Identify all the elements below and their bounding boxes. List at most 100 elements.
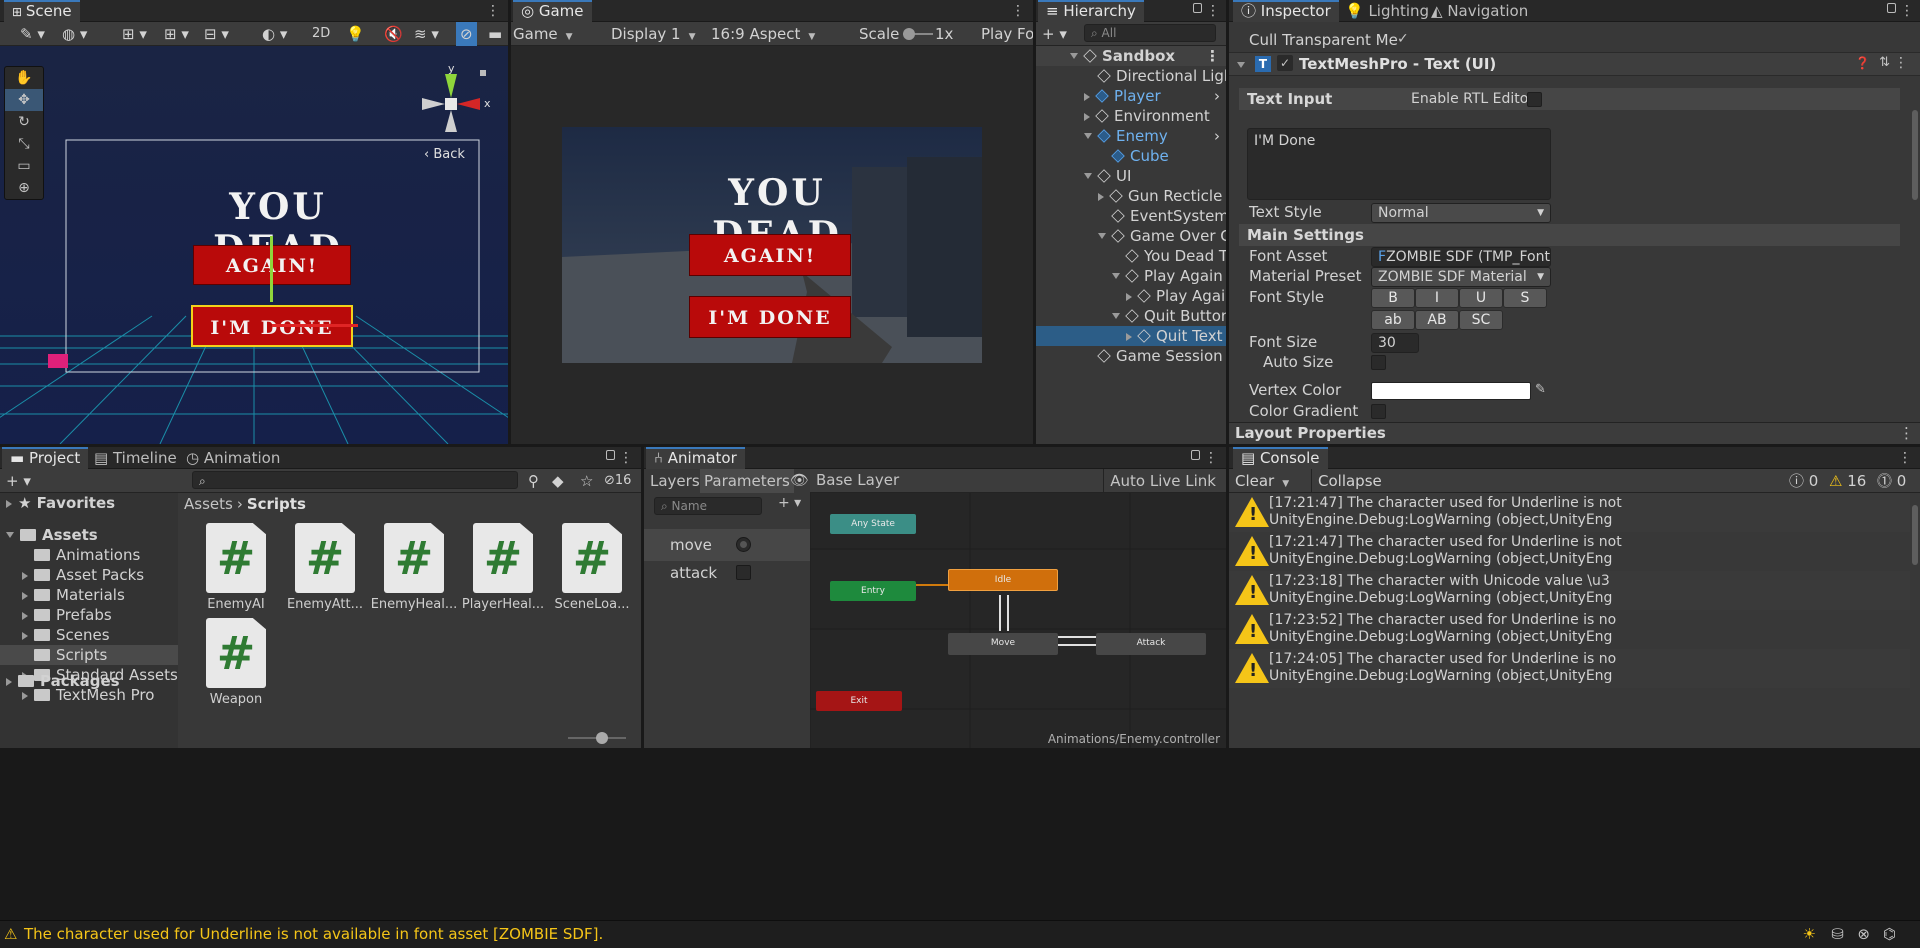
scene-menu-icon[interactable]: ⋮: [486, 2, 500, 20]
game-again-button[interactable]: AGAIN!: [689, 234, 851, 276]
hierarchy-item[interactable]: EventSystem: [1036, 206, 1226, 226]
entry-state-node[interactable]: Entry: [830, 581, 916, 601]
tab-navigation[interactable]: ◭ Navigation: [1423, 0, 1536, 22]
tab-game[interactable]: ◎ Game: [513, 0, 592, 22]
camera-icon[interactable]: ▬: [488, 22, 502, 46]
project-folder-item[interactable]: Scenes: [0, 625, 178, 645]
console-entry[interactable]: [17:21:47] The character used for Underl…: [1229, 532, 1910, 571]
hidden-objects-icon[interactable]: ⊘: [456, 22, 477, 46]
animator-menu-icon[interactable]: ⋮: [1204, 449, 1218, 467]
tab-parameters[interactable]: Parameters: [700, 469, 794, 493]
expand-right-icon[interactable]: [1084, 113, 1090, 121]
smallcaps-button[interactable]: SC: [1459, 310, 1503, 330]
game-mode-dropdown[interactable]: Game: [513, 22, 573, 46]
audio-toggle-icon[interactable]: 🔇: [384, 22, 403, 46]
script-file-label[interactable]: Weapon: [186, 692, 286, 707]
game-menu-icon[interactable]: ⋮: [1011, 2, 1025, 20]
component-header[interactable]: T ✓ TextMeshPro - Text (UI) ❓ ⇅ ⋮: [1229, 52, 1920, 76]
inspector-lock-icon[interactable]: [1887, 3, 1896, 13]
game-done-button[interactable]: I'M DONE: [689, 296, 851, 338]
expand-down-icon[interactable]: [1070, 53, 1078, 59]
hierarchy-item[interactable]: Play Again T: [1036, 286, 1226, 306]
tab-animator[interactable]: ⑃ Animator: [646, 447, 745, 469]
cache-server-icon[interactable]: ⛁: [1831, 925, 1844, 943]
effects-toggle-icon[interactable]: ≋ ▾: [414, 22, 439, 46]
console-entry[interactable]: [17:21:47] The character used for Underl…: [1229, 493, 1910, 532]
preset-icon[interactable]: ⇅: [1879, 55, 1890, 70]
rtl-checkbox[interactable]: [1527, 92, 1542, 107]
idle-state-node[interactable]: Idle: [948, 569, 1058, 591]
folder-expand-icon[interactable]: [22, 632, 28, 640]
param-search-input[interactable]: ⌕ Name: [654, 497, 762, 515]
hierarchy-item[interactable]: Game Over Canva: [1036, 226, 1226, 246]
folder-expand-icon[interactable]: [22, 612, 28, 620]
hierarchy-item[interactable]: UI: [1036, 166, 1226, 186]
lowercase-button[interactable]: ab: [1371, 310, 1415, 330]
open-prefab-chevron-icon[interactable]: ›: [1214, 86, 1220, 106]
display-dropdown[interactable]: Display 1: [611, 22, 696, 46]
rotate-tool-icon[interactable]: ↻: [5, 111, 43, 133]
project-folder-item[interactable]: Scripts: [0, 645, 178, 665]
expand-down-icon[interactable]: [1098, 233, 1106, 239]
eyedropper-icon[interactable]: ✎: [1535, 382, 1546, 397]
script-file-label[interactable]: EnemyAtt...: [275, 597, 375, 612]
move-handle-y-icon[interactable]: [270, 236, 273, 302]
tab-console[interactable]: ▤ Console: [1233, 447, 1328, 469]
hierarchy-item[interactable]: Player ›: [1036, 86, 1226, 106]
strikethrough-button[interactable]: S: [1503, 288, 1547, 308]
folder-expand-icon[interactable]: [22, 572, 28, 580]
toggle-2d-button[interactable]: 2D: [312, 22, 330, 46]
help-icon[interactable]: ❓: [1855, 56, 1870, 70]
bold-button[interactable]: B: [1371, 288, 1415, 308]
expand-down-icon[interactable]: [1084, 133, 1092, 139]
console-entry[interactable]: [17:23:52] The character used for Underl…: [1229, 610, 1910, 649]
create-icon[interactable]: + ▾: [1042, 22, 1067, 46]
expand-down-icon[interactable]: [1112, 273, 1120, 279]
hierarchy-item[interactable]: You Dead Text: [1036, 246, 1226, 266]
cull-check-icon[interactable]: ✓: [1397, 31, 1409, 47]
move-handle-x-icon[interactable]: [272, 324, 358, 327]
attack-state-node[interactable]: Attack: [1096, 633, 1206, 655]
move-state-node[interactable]: Move: [948, 633, 1058, 655]
component-foldout-icon[interactable]: [1237, 62, 1245, 68]
collapse-button[interactable]: Collapse: [1311, 469, 1382, 493]
status-message[interactable]: The character used for Underline is not …: [24, 925, 603, 943]
hierarchy-item[interactable]: Play Again Butto: [1036, 266, 1226, 286]
animator-lock-icon[interactable]: [1191, 450, 1200, 460]
search-by-type-icon[interactable]: ⚲: [528, 469, 539, 493]
layout-properties-bar[interactable]: Layout Properties ⋮: [1229, 422, 1920, 444]
component-enabled-check-icon[interactable]: ✓: [1277, 55, 1293, 71]
expand-down-icon[interactable]: [1112, 313, 1120, 319]
expand-right-icon[interactable]: [1126, 293, 1132, 301]
tab-hierarchy[interactable]: ≡ Hierarchy: [1038, 0, 1144, 22]
font-asset-field[interactable]: FZOMBIE SDF (TMP_Font: [1371, 247, 1551, 267]
warning-toggle[interactable]: ⚠ 16: [1829, 469, 1866, 493]
expand-right-icon[interactable]: [1126, 333, 1132, 341]
transform-tool-icon[interactable]: ⊕: [5, 177, 43, 199]
csharp-script-icon[interactable]: #: [473, 523, 533, 593]
exit-state-node[interactable]: Exit: [816, 691, 902, 711]
hierarchy-item[interactable]: Quit Button: [1036, 306, 1226, 326]
label-filter-icon[interactable]: ◆: [552, 469, 564, 493]
scene-options-icon[interactable]: ⋮: [1205, 46, 1220, 66]
clear-button[interactable]: Clear: [1235, 469, 1289, 493]
project-folder-item[interactable]: Materials: [0, 585, 178, 605]
visibility-eye-icon[interactable]: 👁: [790, 471, 809, 489]
open-prefab-chevron-icon[interactable]: ›: [1214, 126, 1220, 146]
add-param-icon[interactable]: + ▾: [778, 495, 801, 511]
auto-live-link-button[interactable]: Auto Live Link: [1103, 469, 1222, 493]
csharp-script-icon[interactable]: #: [206, 523, 266, 593]
debug-mode-icon[interactable]: ⊗: [1857, 925, 1870, 943]
packages-item[interactable]: Packages: [6, 671, 120, 691]
hierarchy-item[interactable]: Gun Recticle Canv: [1036, 186, 1226, 206]
scale-slider[interactable]: [903, 28, 933, 40]
console-entry[interactable]: [17:24:05] The character used for Underl…: [1229, 649, 1910, 688]
csharp-script-icon[interactable]: #: [562, 523, 622, 593]
script-file-label[interactable]: EnemyHeal...: [364, 597, 464, 612]
script-file-label[interactable]: PlayerHeal...: [453, 597, 553, 612]
breadcrumb-scripts[interactable]: Scripts: [247, 495, 306, 513]
hierarchy-item[interactable]: Directional Light: [1036, 66, 1226, 86]
param-attack-checkbox[interactable]: [736, 565, 751, 580]
hierarchy-search-input[interactable]: ⌕ All: [1084, 24, 1216, 42]
expand-right-icon[interactable]: [1098, 193, 1104, 201]
